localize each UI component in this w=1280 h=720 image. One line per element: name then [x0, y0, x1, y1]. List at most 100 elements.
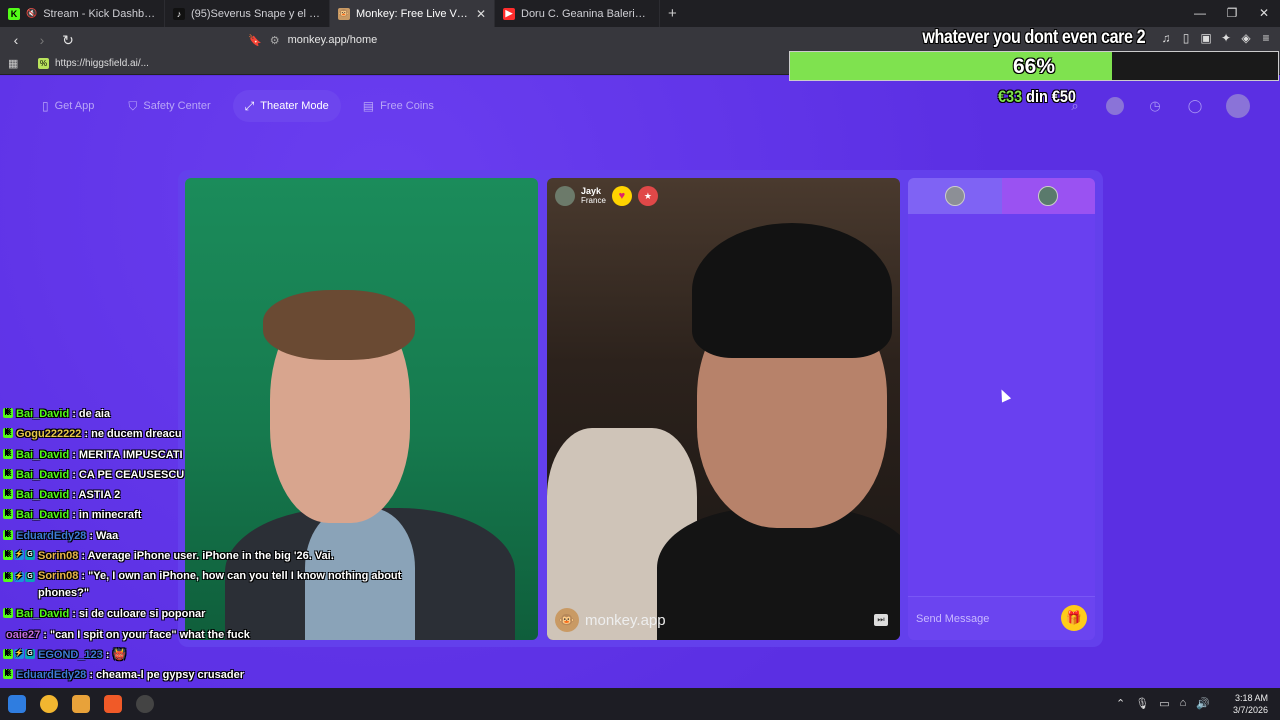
tab-title: Doru C. Geanina Balerina mea (Video: [521, 7, 651, 20]
message-placeholder: Send Message: [916, 612, 990, 625]
volume-icon[interactable]: 🔊: [1196, 697, 1210, 710]
chat-badges: K: [3, 448, 13, 459]
chat-message: K Gogu222222: ne ducem dreacu: [3, 424, 413, 444]
kick-badge-icon: K: [3, 572, 13, 583]
address-bar[interactable]: 🔖 ⚙ monkey.app/home: [248, 31, 377, 49]
gift-badge-icon[interactable]: ★: [637, 186, 658, 206]
message-input[interactable]: Send Message 🎁: [908, 596, 1095, 640]
peer-info: Jayk France ♥ ★: [555, 186, 658, 206]
chat-username[interactable]: Bai_David: [16, 449, 69, 461]
tab-monkey[interactable]: 🐵 Monkey: Free Live Video Chat ✕: [330, 0, 495, 27]
site-info-icon[interactable]: ⚙: [270, 34, 280, 47]
chat-username[interactable]: Bai_David: [16, 608, 69, 620]
minimize-icon[interactable]: —: [1184, 0, 1216, 27]
nav-free-coins[interactable]: ▤ Free Coins: [351, 90, 446, 122]
nav-label: Get App: [54, 100, 95, 112]
taskbar: ⌃ 🎙 ▭ ⌂ 🔊 3:18 AM 3/7/2026: [0, 688, 1280, 720]
tab-doru[interactable]: ▶ Doru C. Geanina Balerina mea (Video: [495, 0, 660, 27]
ai-icon[interactable]: ✦: [1220, 31, 1232, 45]
apps-grid-icon[interactable]: ▦: [8, 57, 20, 70]
display-icon[interactable]: ▭: [1159, 697, 1169, 710]
folder-icon[interactable]: [72, 695, 90, 713]
chat-message: K ⚡ G Sorin08: Average iPhone user. iPhone …: [3, 546, 413, 566]
monkey-top-nav: ▯ Get App ⛉ Safety Center ⤢ Theater Mode…: [30, 90, 446, 122]
chrome-icon[interactable]: [40, 695, 58, 713]
taskbar-clock[interactable]: 3:18 AM 3/7/2026: [1233, 692, 1268, 716]
network-icon[interactable]: ⌂: [1180, 697, 1187, 710]
profile-avatar[interactable]: [1226, 94, 1250, 118]
maximize-icon[interactable]: ❐: [1216, 0, 1248, 27]
donation-goal: €33 din €50: [998, 87, 1076, 107]
url-text[interactable]: monkey.app/home: [288, 34, 378, 46]
chat-text: Sorin08: Average iPhone user. iPhone in …: [38, 546, 334, 566]
chat-badges: K⚡G: [3, 648, 35, 659]
youtube-icon: ▶: [503, 7, 515, 20]
chat-icon[interactable]: ◯: [1186, 97, 1204, 115]
chat-username[interactable]: Gogu222222: [16, 428, 81, 440]
avatar: [1038, 186, 1059, 206]
chat-text: EduardEdy28: Waa: [16, 526, 118, 546]
monkey-right-nav: ⌕ ◷ ◯: [1066, 94, 1250, 118]
close-tab-icon[interactable]: ✕: [476, 7, 486, 21]
chat-username[interactable]: EduardEdy28: [16, 669, 86, 681]
bookmark-icon[interactable]: 🔖: [248, 34, 262, 47]
tab-title: (95)Severus Snape y el gallo: Humor: [191, 7, 321, 20]
chat-text: Gogu222222: ne ducem dreacu: [16, 424, 182, 444]
chat-username[interactable]: Bai_David: [16, 489, 69, 501]
nav-safety-center[interactable]: ⛉ Safety Center: [116, 90, 222, 122]
higgsfield-icon: %: [38, 58, 49, 69]
sidebar-icon[interactable]: ▯: [1180, 31, 1192, 45]
tab-severus[interactable]: ♪ (95)Severus Snape y el gallo: Humor: [165, 0, 330, 27]
peer-username: Jayk: [581, 186, 602, 196]
chat-text: oaie27: "can I spit on your face" what t…: [6, 625, 250, 645]
monkey-watermark: 🐵 monkey.app: [555, 608, 666, 632]
close-window-icon[interactable]: ✕: [1248, 0, 1280, 27]
tiktok-icon: ♪: [173, 7, 185, 20]
gift-icon[interactable]: 🎁: [1061, 605, 1087, 631]
stream-overlay-title: whatever you dont even care 2: [922, 27, 1145, 48]
nav-get-app[interactable]: ▯ Get App: [30, 90, 106, 122]
monkey-icon: 🐵: [338, 7, 350, 20]
heart-icon[interactable]: ♥: [611, 186, 632, 206]
mute-icon[interactable]: 🔇: [26, 8, 37, 19]
brave-icon[interactable]: [104, 695, 122, 713]
friends-avatar-icon[interactable]: [1106, 97, 1124, 115]
extension-icons: ♫ ▯ ▣ ✦ ◈ ≡: [1160, 31, 1272, 45]
chat-username[interactable]: oaie27: [6, 629, 40, 641]
wallet-icon[interactable]: ▣: [1200, 31, 1212, 45]
chat-username[interactable]: EGOND_123: [38, 649, 103, 661]
mic-icon[interactable]: 🎙: [1135, 697, 1149, 710]
reload-icon[interactable]: ↻: [58, 32, 78, 49]
nav-theater-mode[interactable]: ⤢ Theater Mode: [232, 90, 341, 122]
chat-username[interactable]: Bai_David: [16, 408, 69, 420]
chat-message-text: : Waa: [89, 529, 119, 542]
obs-icon[interactable]: [136, 695, 154, 713]
tab-title: Monkey: Free Live Video Chat: [356, 7, 470, 20]
chat-message-text: : CA PE CEAUSESCU: [72, 468, 185, 481]
back-icon[interactable]: ‹: [6, 32, 26, 48]
chat-username[interactable]: EduardEdy28: [16, 530, 86, 542]
menu-icon[interactable]: ≡: [1260, 31, 1272, 45]
tab-kick-dashboard[interactable]: K 🔇 Stream - Kick Dashboard: [0, 0, 165, 27]
chevron-up-icon[interactable]: ⌃: [1116, 697, 1125, 710]
history-icon[interactable]: ◷: [1146, 97, 1164, 115]
chat-badges: K: [3, 489, 13, 500]
chat-message: K ⚡ G EGOND_123: 👹: [3, 645, 413, 665]
new-tab-button[interactable]: +: [668, 5, 677, 22]
phone-icon: ▯: [42, 99, 49, 113]
kick-badge-icon: K: [3, 529, 13, 540]
skip-icon[interactable]: ⏭: [874, 614, 888, 626]
chat-tab-peer[interactable]: [1001, 178, 1095, 214]
chat-username[interactable]: Bai_David: [16, 509, 69, 521]
forward-icon[interactable]: ›: [32, 32, 52, 48]
chat-username[interactable]: Sorin08: [38, 570, 78, 582]
bookmark-higgsfield[interactable]: % https://higgsfield.ai/...: [38, 58, 149, 69]
chat-tab-self[interactable]: [908, 178, 1002, 214]
chat-username[interactable]: Bai_David: [16, 469, 69, 481]
shield-icon[interactable]: ◈: [1240, 31, 1252, 45]
chat-username[interactable]: Sorin08: [38, 550, 78, 562]
kick-badge-icon: K: [3, 489, 13, 500]
chat-message: K ⚡ G Sorin08: "Ye, I own an iPhone, how ca…: [3, 566, 413, 604]
music-icon[interactable]: ♫: [1160, 31, 1172, 45]
windows-start-icon[interactable]: [8, 695, 26, 713]
